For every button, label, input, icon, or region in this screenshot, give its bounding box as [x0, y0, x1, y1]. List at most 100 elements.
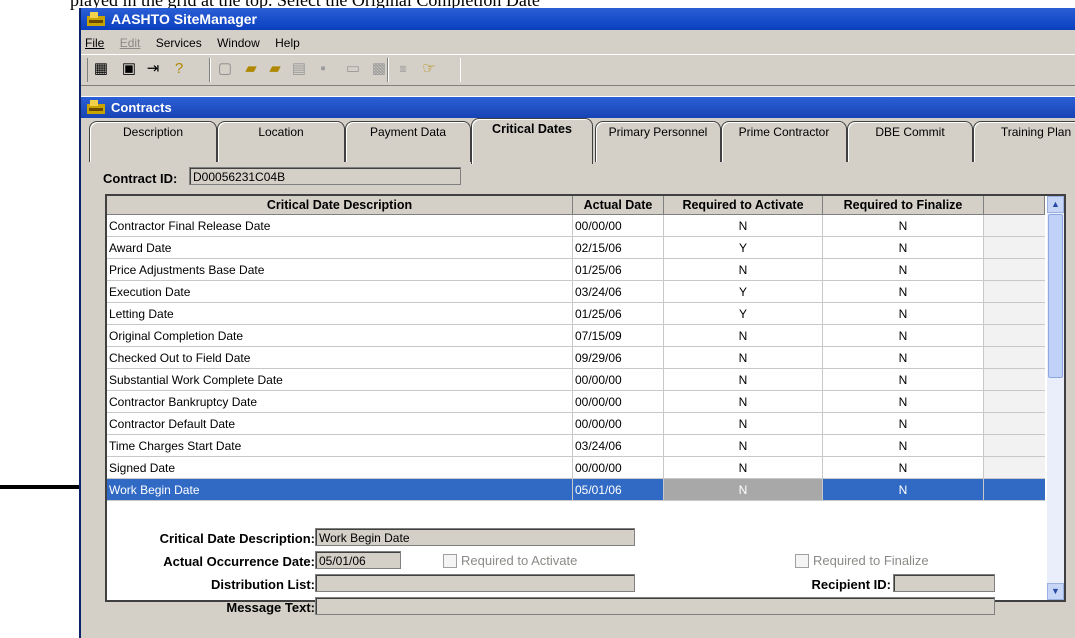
col-header-required-finalize[interactable]: Required to Finalize: [822, 196, 984, 215]
photo-icon[interactable]: ▩: [369, 59, 389, 77]
cell-description[interactable]: Contractor Final Release Date: [107, 214, 573, 237]
cell-actual-date[interactable]: 00/00/00: [572, 412, 664, 435]
cell-required-activate[interactable]: Y: [663, 236, 823, 259]
recipient-id-field[interactable]: [893, 574, 995, 592]
cell-required-activate[interactable]: N: [663, 258, 823, 281]
comment-icon[interactable]: ▭: [343, 59, 363, 77]
col-header-actual-date[interactable]: Actual Date: [572, 196, 664, 215]
save-icon[interactable]: ▪: [313, 59, 333, 77]
cell-description[interactable]: Contractor Default Date: [107, 412, 573, 435]
cell-description[interactable]: Original Completion Date: [107, 324, 573, 347]
new-icon[interactable]: ▢: [215, 59, 235, 77]
cell-actual-date[interactable]: 01/25/06: [572, 258, 664, 281]
cell-actual-date[interactable]: 09/29/06: [572, 346, 664, 369]
cell-required-finalize[interactable]: N: [822, 390, 984, 413]
col-header-description[interactable]: Critical Date Description: [107, 196, 573, 215]
table-row[interactable]: Time Charges Start Date 03/24/06 N N: [107, 434, 1045, 457]
scroll-thumb[interactable]: [1048, 214, 1063, 378]
cell-description[interactable]: Signed Date: [107, 456, 573, 479]
cell-required-activate[interactable]: N: [663, 324, 823, 347]
cell-description[interactable]: Contractor Bankruptcy Date: [107, 390, 573, 413]
cell-description[interactable]: Price Adjustments Base Date: [107, 258, 573, 281]
tab-location[interactable]: Location: [217, 121, 345, 162]
cell-description[interactable]: Checked Out to Field Date: [107, 346, 573, 369]
table-row[interactable]: Price Adjustments Base Date 01/25/06 N N: [107, 258, 1045, 281]
cell-required-activate[interactable]: N: [663, 412, 823, 435]
message-text-field[interactable]: [315, 597, 995, 615]
table-row[interactable]: Work Begin Date 05/01/06 N N: [107, 478, 1045, 501]
cell-required-activate[interactable]: N: [663, 368, 823, 391]
table-row[interactable]: Contractor Final Release Date 00/00/00 N N: [107, 214, 1045, 237]
cell-required-activate[interactable]: N: [663, 390, 823, 413]
table-row[interactable]: Original Completion Date 07/15/09 N N: [107, 324, 1045, 347]
tab-critical-dates[interactable]: Critical Dates: [471, 118, 593, 164]
cell-actual-date[interactable]: 02/15/06: [572, 236, 664, 259]
table-row[interactable]: Letting Date 01/25/06 Y N: [107, 302, 1045, 325]
cell-required-finalize[interactable]: N: [822, 346, 984, 369]
cell-required-activate[interactable]: N: [663, 214, 823, 237]
open-icon[interactable]: ▰: [241, 59, 261, 77]
grid-view-icon[interactable]: ▦: [91, 59, 111, 77]
open-folder-icon[interactable]: ▰: [265, 59, 285, 77]
cell-required-activate[interactable]: Y: [663, 280, 823, 303]
scroll-down-icon[interactable]: ▼: [1047, 583, 1064, 600]
cell-actual-date[interactable]: 07/15/09: [572, 324, 664, 347]
cell-required-activate[interactable]: N: [663, 478, 823, 501]
cell-actual-date[interactable]: 00/00/00: [572, 368, 664, 391]
cell-required-finalize[interactable]: N: [822, 478, 984, 501]
table-row[interactable]: Award Date 02/15/06 Y N: [107, 236, 1045, 259]
contracts-titlebar[interactable]: Contracts: [81, 97, 1075, 118]
tab-description[interactable]: Description: [89, 121, 217, 162]
menu-file[interactable]: File: [85, 34, 104, 52]
actual-occurrence-date-field[interactable]: 05/01/06: [315, 551, 401, 569]
cell-required-finalize[interactable]: N: [822, 214, 984, 237]
table-row[interactable]: Execution Date 03/24/06 Y N: [107, 280, 1045, 303]
cell-required-finalize[interactable]: N: [822, 324, 984, 347]
cell-required-finalize[interactable]: N: [822, 412, 984, 435]
cell-required-finalize[interactable]: N: [822, 368, 984, 391]
app-titlebar[interactable]: AASHTO SiteManager: [81, 8, 1075, 30]
grid-scrollbar[interactable]: ▲ ▼: [1047, 196, 1064, 600]
menu-edit[interactable]: Edit: [120, 34, 141, 52]
cell-required-finalize[interactable]: N: [822, 258, 984, 281]
cell-actual-date[interactable]: 00/00/00: [572, 214, 664, 237]
open-window-icon[interactable]: ▣: [119, 59, 139, 77]
tab-payment-data[interactable]: Payment Data: [345, 121, 471, 162]
cell-required-finalize[interactable]: N: [822, 434, 984, 457]
pointer-hand-icon[interactable]: ☞: [419, 59, 439, 77]
cell-required-activate[interactable]: Y: [663, 302, 823, 325]
exit-icon[interactable]: ⇥: [143, 59, 163, 77]
cell-required-finalize[interactable]: N: [822, 280, 984, 303]
help-icon[interactable]: ?: [169, 59, 189, 77]
cell-actual-date[interactable]: 05/01/06: [572, 478, 664, 501]
cell-actual-date[interactable]: 00/00/00: [572, 456, 664, 479]
cell-actual-date[interactable]: 01/25/06: [572, 302, 664, 325]
tab-primary-personnel[interactable]: Primary Personnel: [595, 121, 721, 162]
menu-help[interactable]: Help: [275, 34, 300, 52]
table-row[interactable]: Contractor Bankruptcy Date 00/00/00 N N: [107, 390, 1045, 413]
critical-date-description-field[interactable]: Work Begin Date: [315, 528, 635, 546]
cell-description[interactable]: Work Begin Date: [107, 478, 573, 501]
cell-required-finalize[interactable]: N: [822, 456, 984, 479]
col-header-required-activate[interactable]: Required to Activate: [663, 196, 823, 215]
cell-required-finalize[interactable]: N: [822, 236, 984, 259]
cell-required-activate[interactable]: N: [663, 346, 823, 369]
tab-training-plan[interactable]: Training Plan: [973, 121, 1075, 162]
table-row[interactable]: Substantial Work Complete Date 00/00/00 N N: [107, 368, 1045, 391]
cell-actual-date[interactable]: 00/00/00: [572, 390, 664, 413]
delete-icon[interactable]: ▤: [289, 59, 309, 77]
cell-required-finalize[interactable]: N: [822, 302, 984, 325]
required-activate-checkbox[interactable]: [443, 554, 457, 568]
cell-description[interactable]: Award Date: [107, 236, 573, 259]
cell-actual-date[interactable]: 03/24/06: [572, 280, 664, 303]
cell-description[interactable]: Execution Date: [107, 280, 573, 303]
table-row[interactable]: Checked Out to Field Date 09/29/06 N N: [107, 346, 1045, 369]
cell-actual-date[interactable]: 03/24/06: [572, 434, 664, 457]
distribution-list-field[interactable]: [315, 574, 635, 592]
menu-services[interactable]: Services: [156, 34, 202, 52]
cell-required-activate[interactable]: N: [663, 434, 823, 457]
tab-dbe-commit[interactable]: DBE Commit: [847, 121, 973, 162]
contract-id-field[interactable]: D00056231C04B: [189, 167, 461, 185]
menu-window[interactable]: Window: [217, 34, 260, 52]
cell-description[interactable]: Substantial Work Complete Date: [107, 368, 573, 391]
